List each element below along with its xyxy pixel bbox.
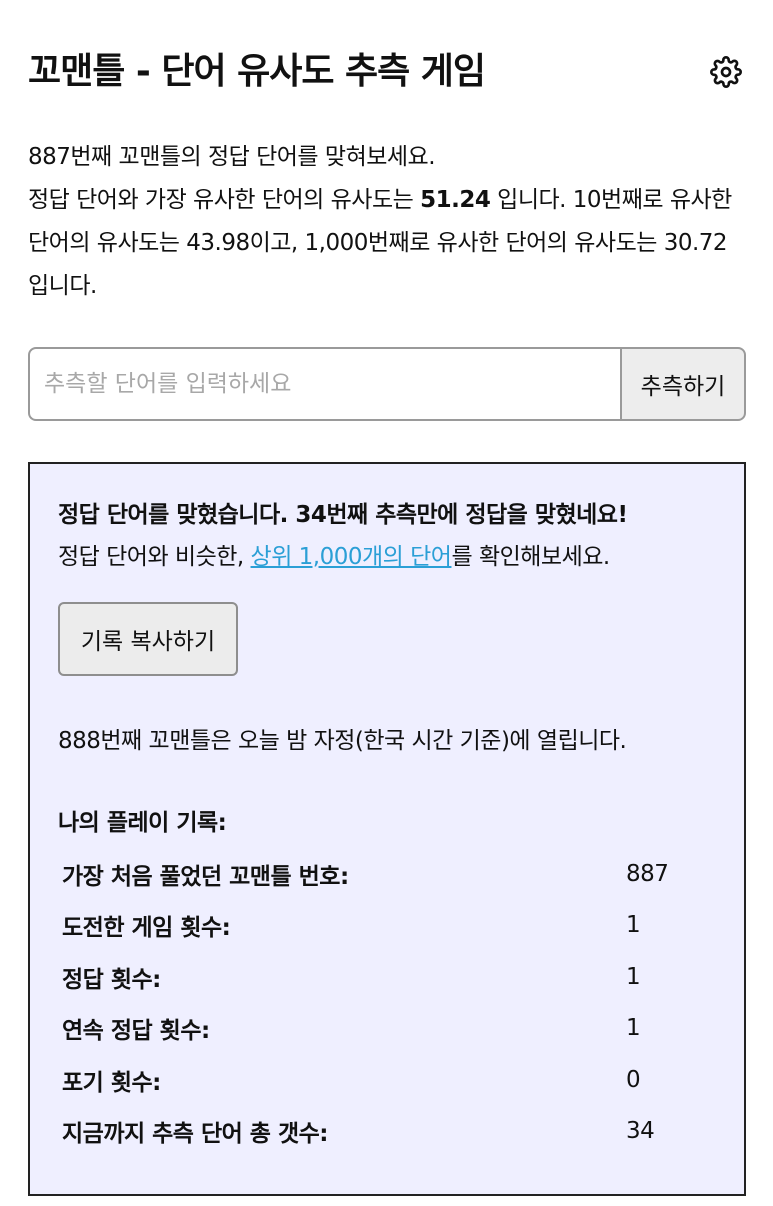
guess-form: 추측하기 [28,347,746,421]
gear-icon [710,56,742,88]
stats-label: 지금까지 추측 단어 총 갯수: [62,1121,329,1148]
stats-label: 정답 횟수: [62,966,161,993]
similar-words-suffix: 를 확인해보세요. [451,544,610,570]
top-1000-words-link[interactable]: 상위 1,000개의 단어 [251,544,452,570]
stats-label: 연속 정답 횟수: [62,1018,210,1045]
top-similarity-value: 51.24 [420,187,491,213]
page-title: 꼬맨틀 - 단어 유사도 추측 게임 [28,51,486,92]
intro-line-2: 정답 단어와 가장 유사한 단어의 유사도는 51.24 입니다. 10번째로 … [28,179,748,308]
intro-line-1: 887번째 꼬맨틀의 정답 단어를 맞혀보세요. [28,144,436,170]
stats-row: 연속 정답 횟수: 1 [58,1003,716,1055]
stats-value: 887 [626,860,669,887]
similar-words-prefix: 정답 단어와 비슷한, [58,544,251,570]
stats-value: 1 [626,963,641,990]
stats-row: 가장 처음 풀었던 꼬맨틀 번호: 887 [58,848,716,900]
stats-label: 가장 처음 풀었던 꼬맨틀 번호: [62,863,349,890]
stats-value: 1 [626,912,641,939]
stats-value: 0 [626,1066,641,1093]
app-header: 꼬맨틀 - 단어 유사도 추측 게임 [28,42,746,106]
next-game-notice: 888번째 꼬맨틀은 오늘 밤 자정(한국 시간 기준)에 열립니다. [58,728,627,754]
stats-table: 가장 처음 풀었던 꼬맨틀 번호: 887 도전한 게임 횟수: 1 정답 횟수… [58,848,716,1157]
guess-input[interactable] [28,347,620,421]
stats-row: 지금까지 추측 단어 총 갯수: 34 [58,1106,716,1158]
stats-row: 도전한 게임 횟수: 1 [58,900,716,952]
stats-value: 1 [626,1015,641,1042]
intro-similarity-prefix: 정답 단어와 가장 유사한 단어의 유사도는 [28,187,421,213]
stats-label: 도전한 게임 횟수: [62,915,231,942]
stats-value: 34 [626,1118,655,1145]
guess-button[interactable]: 추측하기 [620,347,746,421]
copy-record-button[interactable]: 기록 복사하기 [58,602,238,676]
stats-title: 나의 플레이 기록: [58,810,227,836]
stats-label: 포기 횟수: [62,1069,161,1096]
result-panel: 정답 단어를 맞혔습니다. 34번째 추측만에 정답을 맞혔네요! 정답 단어와… [28,462,746,1196]
stats-row: 포기 횟수: 0 [58,1054,716,1106]
stats-row: 정답 횟수: 1 [58,951,716,1003]
similar-words-message: 정답 단어와 비슷한, 상위 1,000개의 단어를 확인해보세요. [58,536,716,578]
success-message: 정답 단어를 맞혔습니다. 34번째 추측만에 정답을 맞혔네요! [58,502,628,528]
settings-button[interactable] [706,52,746,92]
game-intro: 887번째 꼬맨틀의 정답 단어를 맞혀보세요. 정답 단어와 가장 유사한 단… [28,136,748,308]
